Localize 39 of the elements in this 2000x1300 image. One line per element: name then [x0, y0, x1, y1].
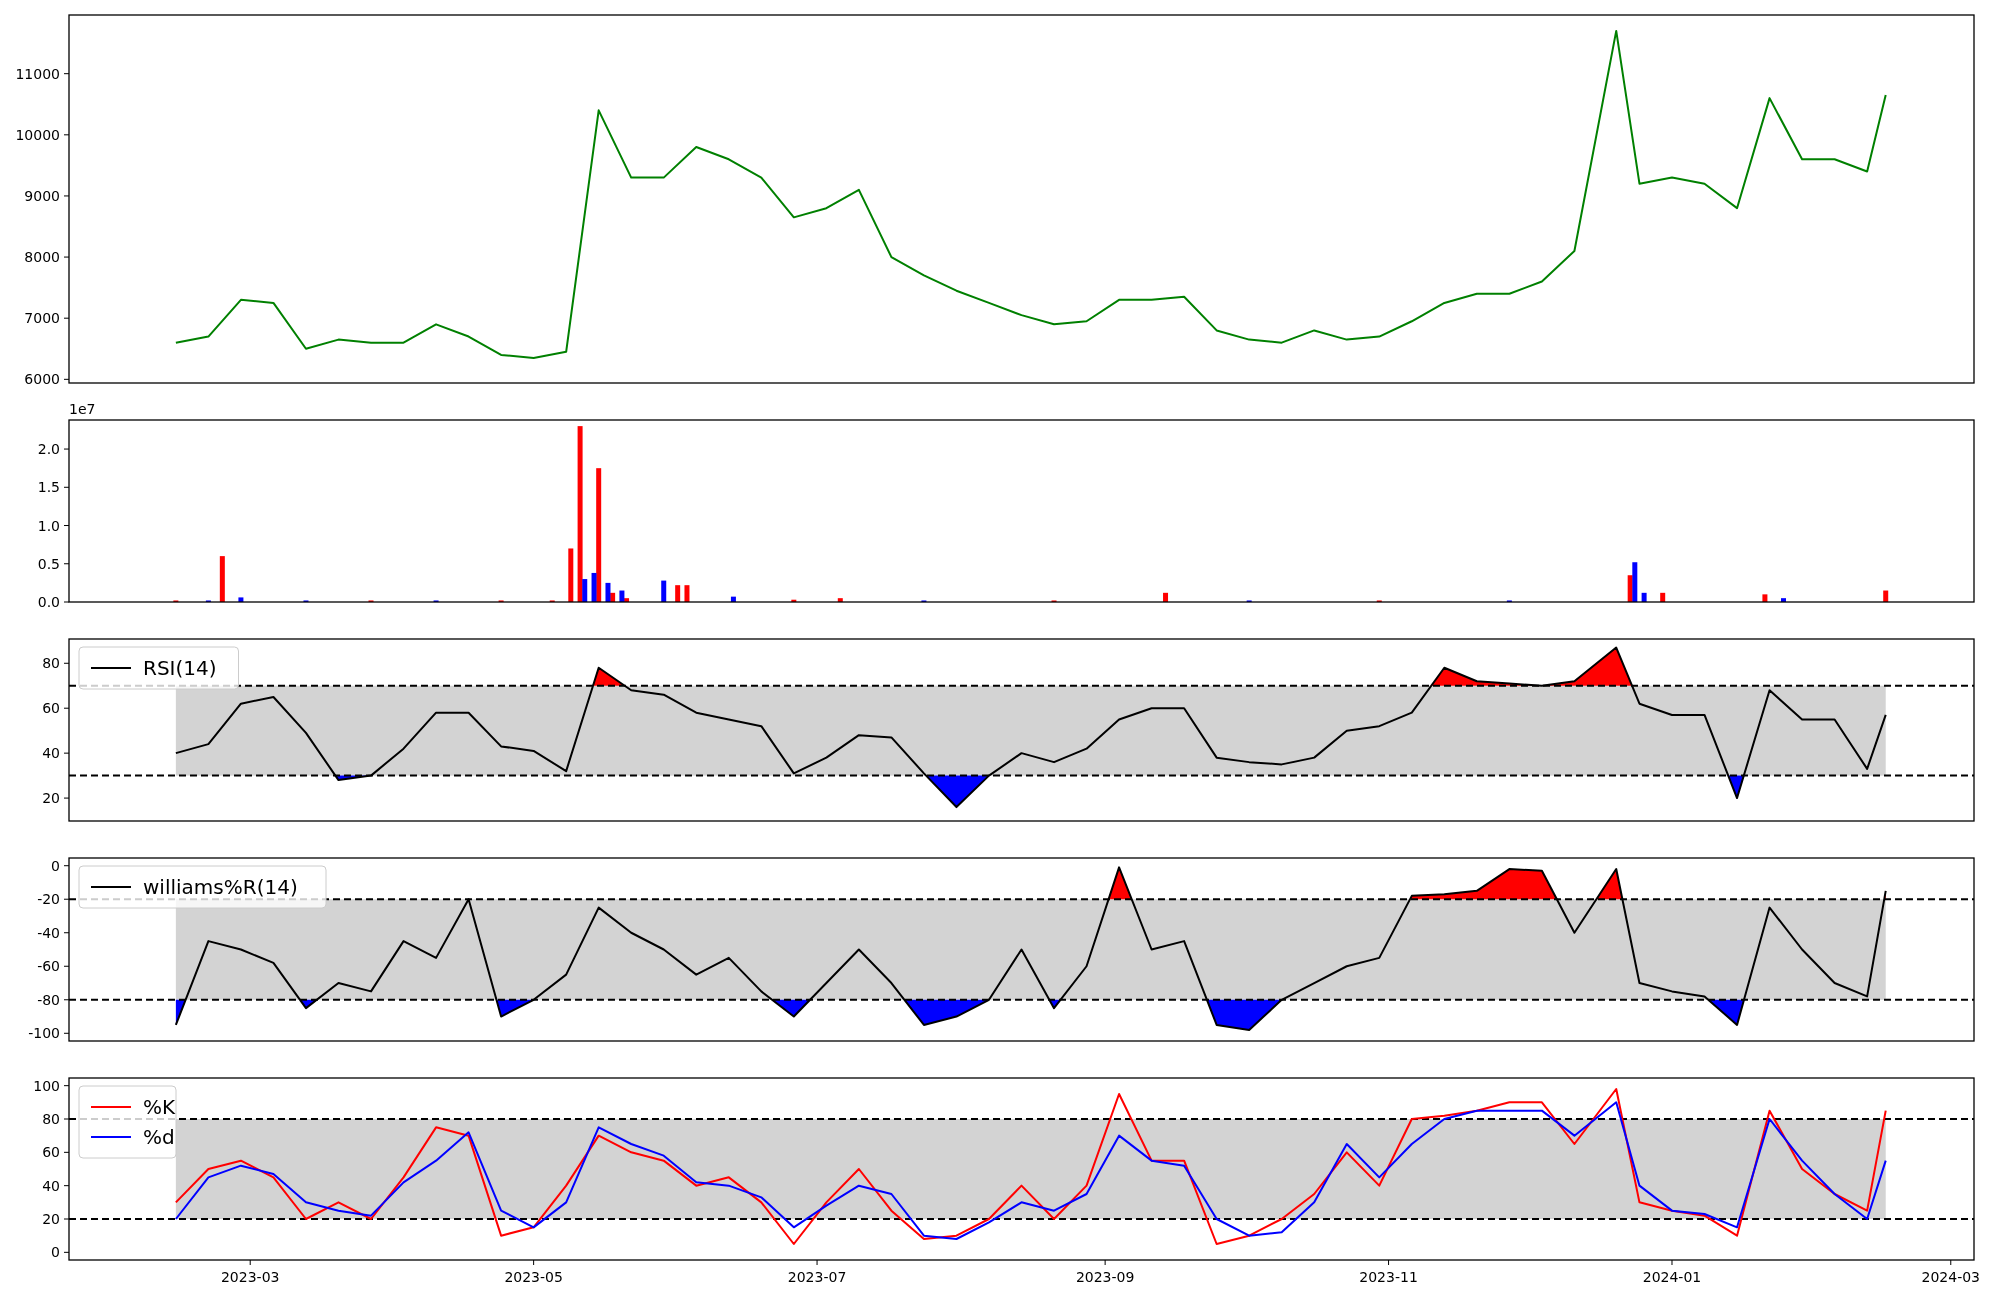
tick-label: 10000	[15, 126, 60, 143]
tick-label: 2023-05	[504, 1269, 563, 1285]
tick-label: -40	[37, 924, 60, 941]
tick-label: 2024-01	[1642, 1269, 1702, 1285]
tick-label: 6000	[24, 371, 60, 388]
tick-label: 0	[51, 1244, 60, 1261]
tick-label: -80	[37, 991, 60, 1008]
tick-label: 0.0	[37, 594, 60, 610]
tick-label: 20	[42, 1211, 60, 1227]
tick-label: 100	[33, 1077, 60, 1094]
tick-label: 80	[42, 655, 60, 672]
tick-label: 60	[42, 1144, 60, 1161]
tick-label: 40	[42, 745, 60, 762]
tick-label: 60	[42, 700, 60, 717]
tick-label: -20	[37, 891, 60, 908]
tick-label: 1.5	[37, 479, 60, 496]
legend-label: %K	[143, 1095, 176, 1119]
tick-label: 40	[42, 1177, 60, 1194]
tick-label: 2024-03	[1921, 1269, 1980, 1285]
tick-label: -60	[37, 958, 60, 975]
tick-label: 7000	[24, 310, 60, 327]
tick-label: 2.0	[37, 441, 60, 458]
tick-label: 11000	[15, 65, 60, 82]
axis-multiplier: 1e7	[69, 401, 96, 417]
tick-label: 2023-09	[1075, 1269, 1135, 1285]
tick-label: 0.5	[37, 555, 60, 572]
tick-label: 2023-11	[1359, 1269, 1418, 1285]
tick-label: 2023-07	[787, 1269, 847, 1285]
legend-label: williams%R(14)	[143, 875, 298, 899]
legend-label: RSI(14)	[143, 656, 217, 680]
tick-label: 80	[42, 1111, 60, 1127]
tick-label: 9000	[24, 187, 60, 204]
tick-label: 2023-03	[220, 1269, 280, 1285]
tick-label: 20	[42, 790, 60, 807]
tick-label: 0	[51, 857, 60, 874]
tick-label: 1.0	[37, 517, 60, 534]
tick-label: 8000	[24, 249, 60, 266]
tick-label: -100	[28, 1025, 60, 1042]
legend-label: %d	[143, 1125, 175, 1149]
